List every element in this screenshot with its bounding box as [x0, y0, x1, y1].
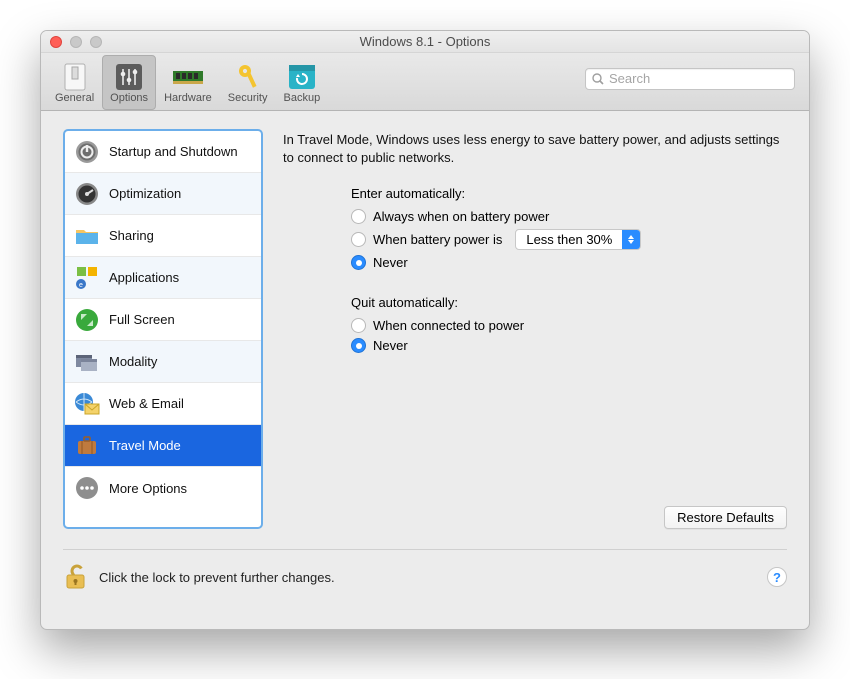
globe-mail-icon	[74, 391, 100, 417]
sidebar-item-label: Web & Email	[109, 396, 184, 411]
sidebar-item-label: More Options	[109, 481, 187, 496]
sidebar-item-applications[interactable]: e Applications	[65, 257, 261, 299]
tool-general[interactable]: General	[47, 55, 102, 110]
close-window-button[interactable]	[50, 36, 62, 48]
lock-open-icon[interactable]	[63, 564, 89, 590]
radio-enter-never[interactable]	[351, 255, 366, 270]
sidebar-item-label: Sharing	[109, 228, 154, 243]
battery-threshold-select[interactable]: Less then 30%	[515, 229, 641, 250]
radio-label: When battery power is	[373, 232, 502, 247]
toolbar: General Options Hardware Security Backup	[41, 53, 809, 111]
sidebar-item-startup-shutdown[interactable]: Startup and Shutdown	[65, 131, 261, 173]
luggage-icon	[74, 433, 100, 459]
minimize-window-button[interactable]	[70, 36, 82, 48]
footer: Click the lock to prevent further change…	[63, 549, 787, 590]
gauge-icon	[74, 181, 100, 207]
help-button[interactable]: ?	[767, 567, 787, 587]
sidebar-item-optimization[interactable]: Optimization	[65, 173, 261, 215]
svg-text:e: e	[79, 282, 83, 289]
enter-automatically-group: Enter automatically: Always when on batt…	[351, 186, 787, 275]
radio-label: Never	[373, 255, 408, 270]
sidebar-item-full-screen[interactable]: Full Screen	[65, 299, 261, 341]
tool-hardware[interactable]: Hardware	[156, 55, 220, 110]
stepper-arrows-icon	[622, 230, 640, 249]
radio-label: When connected to power	[373, 318, 524, 333]
sidebar-item-more-options[interactable]: More Options	[65, 467, 261, 509]
sidebar-item-travel-mode[interactable]: Travel Mode	[65, 425, 261, 467]
sidebar-item-modality[interactable]: Modality	[65, 341, 261, 383]
radio-enter-always[interactable]	[351, 209, 366, 224]
fullscreen-icon	[74, 307, 100, 333]
tool-label: Security	[228, 92, 268, 104]
radio-quit-never[interactable]	[351, 338, 366, 353]
category-sidebar: Startup and Shutdown Optimization Sharin…	[63, 129, 263, 529]
radio-label: Never	[373, 338, 408, 353]
window-controls	[50, 36, 102, 48]
windows-stack-icon	[74, 349, 100, 375]
tool-label: Options	[110, 92, 148, 104]
key-icon	[233, 62, 263, 92]
sidebar-item-label: Applications	[109, 270, 179, 285]
tool-label: General	[55, 92, 94, 104]
sidebar-item-label: Startup and Shutdown	[109, 144, 238, 159]
sidebar-item-label: Modality	[109, 354, 157, 369]
sidebar-item-sharing[interactable]: Sharing	[65, 215, 261, 257]
radio-enter-when-battery[interactable]	[351, 232, 366, 247]
radio-label: Always when on battery power	[373, 209, 549, 224]
group-title: Enter automatically:	[351, 186, 787, 201]
sidebar-item-label: Optimization	[109, 186, 181, 201]
lock-caption: Click the lock to prevent further change…	[99, 570, 335, 585]
titlebar: Windows 8.1 - Options	[41, 31, 809, 53]
search-input[interactable]: Search	[585, 68, 795, 90]
panel-description: In Travel Mode, Windows uses less energy…	[283, 131, 787, 166]
window-title: Windows 8.1 - Options	[360, 34, 491, 49]
tool-options[interactable]: Options	[102, 55, 156, 110]
quit-automatically-group: Quit automatically: When connected to po…	[351, 295, 787, 358]
group-title: Quit automatically:	[351, 295, 787, 310]
tool-label: Hardware	[164, 92, 212, 104]
ram-icon	[173, 62, 203, 92]
sliders-icon	[114, 62, 144, 92]
folder-icon	[74, 223, 100, 249]
search-placeholder: Search	[609, 71, 650, 86]
settings-panel: In Travel Mode, Windows uses less energy…	[283, 129, 787, 529]
sidebar-item-web-email[interactable]: Web & Email	[65, 383, 261, 425]
switch-icon	[60, 62, 90, 92]
tool-label: Backup	[284, 92, 321, 104]
restore-defaults-button[interactable]: Restore Defaults	[664, 506, 787, 529]
ellipsis-icon	[74, 475, 100, 501]
apps-icon: e	[74, 265, 100, 291]
zoom-window-button[interactable]	[90, 36, 102, 48]
tool-security[interactable]: Security	[220, 55, 276, 110]
tool-backup[interactable]: Backup	[276, 55, 329, 110]
backup-icon	[287, 62, 317, 92]
radio-quit-connected[interactable]	[351, 318, 366, 333]
sidebar-item-label: Full Screen	[109, 312, 175, 327]
power-icon	[74, 139, 100, 165]
select-value: Less then 30%	[516, 232, 622, 247]
preferences-window: Windows 8.1 - Options General Options Ha…	[40, 30, 810, 630]
sidebar-item-label: Travel Mode	[109, 438, 181, 453]
search-icon	[592, 73, 604, 85]
